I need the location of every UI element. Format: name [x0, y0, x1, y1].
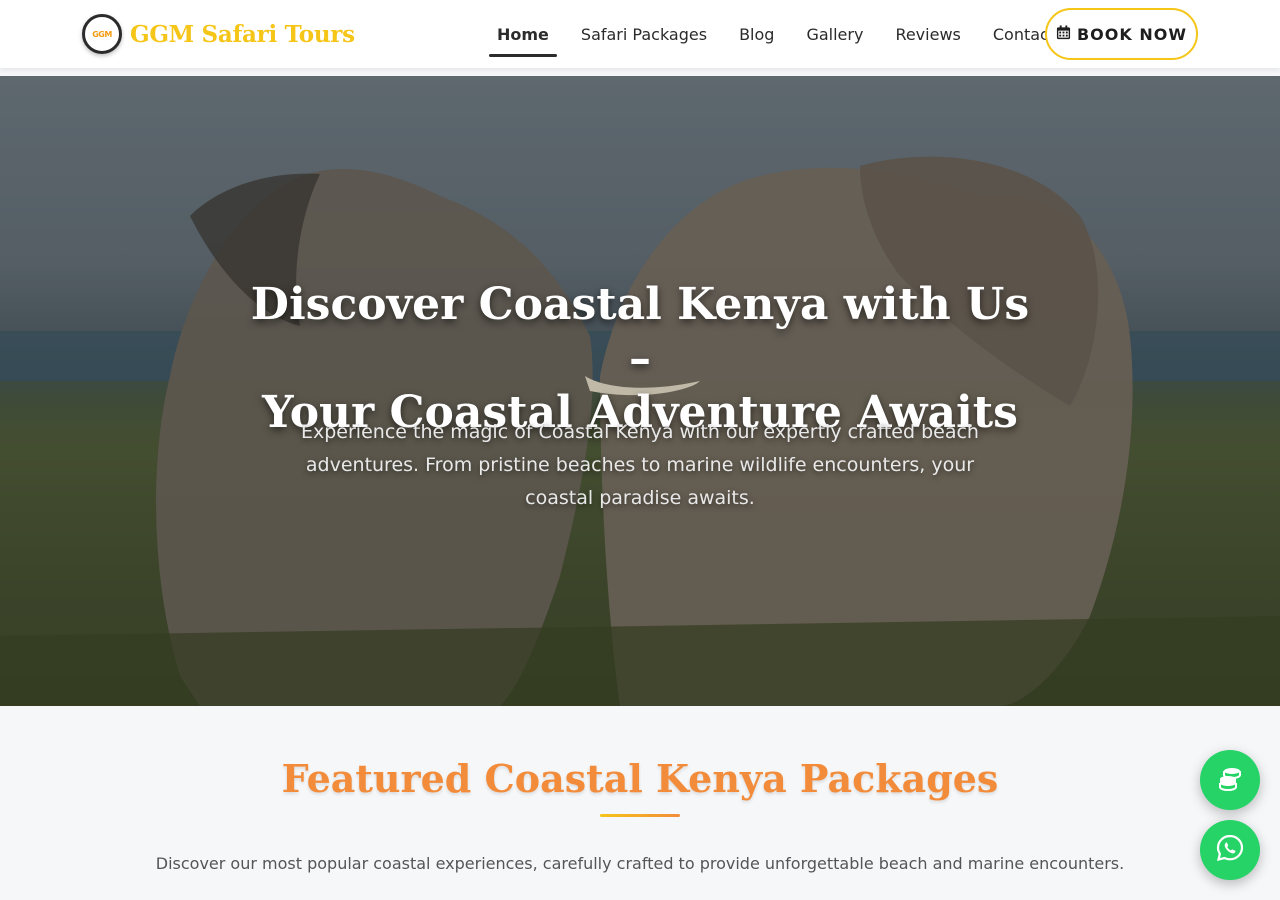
coins-icon: [1216, 764, 1244, 796]
logo-badge: GGM: [82, 14, 122, 54]
book-now-button[interactable]: BOOK NOW: [1045, 8, 1198, 60]
hero-subtitle-line-1: Experience the magic of Coastal Kenya wi…: [301, 421, 979, 443]
featured-title-underline: [600, 814, 680, 817]
whatsapp-icon: [1215, 833, 1245, 867]
logo-text: GGM: [92, 29, 112, 39]
hero-section: Discover Coastal Kenya with Us – Your Co…: [0, 76, 1280, 706]
hero-subtitle-line-2: adventures. From pristine beaches to mar…: [305, 454, 975, 476]
whatsapp-button[interactable]: [1200, 820, 1260, 880]
hero-subtitle: Experience the magic of Coastal Kenya wi…: [280, 416, 1000, 515]
nav-item-safari-packages[interactable]: Safari Packages: [573, 0, 715, 68]
main-nav: Home Safari Packages Blog Gallery Review…: [489, 0, 1079, 68]
nav-item-blog[interactable]: Blog: [731, 0, 782, 68]
hero-title-line-1: Discover Coastal Kenya with Us –: [250, 279, 1030, 384]
nav-item-gallery[interactable]: Gallery: [798, 0, 871, 68]
featured-section-description: Discover our most popular coastal experi…: [155, 854, 1125, 873]
nav-item-reviews[interactable]: Reviews: [887, 0, 968, 68]
calendar-icon: [1056, 24, 1071, 44]
hero-subtitle-line-3: coastal paradise awaits.: [525, 487, 755, 509]
coins-button[interactable]: [1200, 750, 1260, 810]
book-now-label: BOOK NOW: [1076, 24, 1187, 44]
nav-item-home[interactable]: Home: [489, 0, 557, 68]
brand-name[interactable]: GGM Safari Tours: [130, 21, 355, 48]
logo-link[interactable]: GGM GGM Safari Tours: [82, 14, 355, 54]
featured-section-title: Featured Coastal Kenya Packages: [281, 756, 999, 801]
site-header: GGM GGM Safari Tours Home Safari Package…: [0, 0, 1280, 68]
